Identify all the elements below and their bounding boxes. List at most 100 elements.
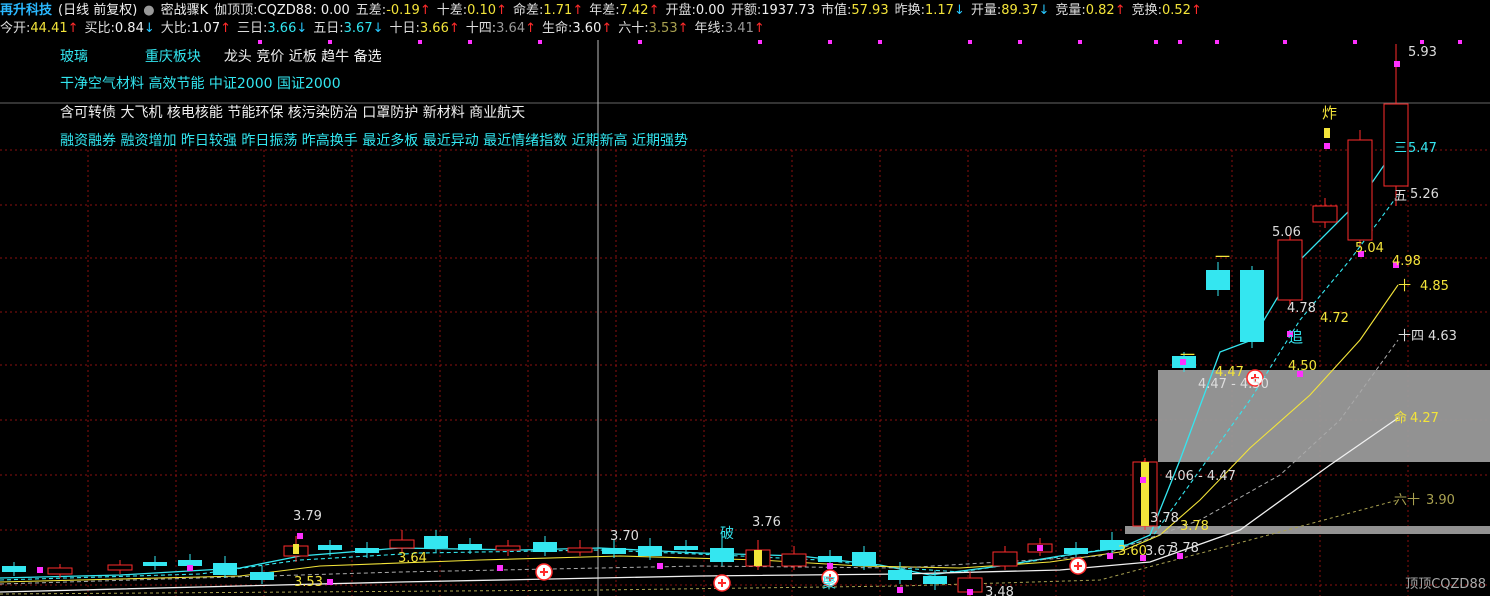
label-472: 4.72 (1320, 311, 1349, 326)
tag-ju: 聚 (822, 576, 836, 592)
candle-highlight-31 (1141, 462, 1149, 526)
board-row-4[interactable]: 融资融券 融资增加 昨日较强 昨日振荡 昨高换手 最近多板 最近异动 最近情绪指… (60, 130, 688, 150)
magenta-marker-0 (1394, 61, 1400, 67)
top-dot-8 (418, 40, 422, 44)
top-dot-14 (878, 40, 882, 44)
magenta-marker-13 (657, 563, 663, 569)
candle-body-0 (2, 566, 26, 572)
magenta-marker-7 (297, 533, 303, 539)
top-dot-5 (1178, 40, 1182, 44)
magenta-marker-9 (37, 567, 43, 573)
top-dot-16 (1018, 40, 1022, 44)
magenta-marker-12 (497, 565, 503, 571)
label-ma60: 3.90 (1426, 493, 1455, 508)
label-498: 4.98 (1392, 254, 1421, 269)
label-360: 3.60 (1118, 544, 1147, 559)
candle-body-23 (852, 552, 876, 566)
yellow-marker-2 (755, 550, 761, 560)
label-ma5: 5.26 (1410, 187, 1439, 202)
top-dot-3 (1353, 40, 1357, 44)
candle-body-34 (1240, 270, 1264, 342)
magenta-marker-10 (187, 565, 193, 571)
candle-body-1 (47, 567, 73, 575)
label-353: 3.53 (294, 575, 323, 590)
top-dot-9 (468, 40, 472, 44)
label-life: 4.27 (1410, 411, 1439, 426)
label-504: 5.04 (1355, 241, 1384, 256)
board-glass[interactable]: 玻璃 (60, 49, 88, 65)
label-ma10: 4.85 (1420, 279, 1449, 294)
tag-yi: 一 (1215, 248, 1230, 266)
tag-ma14: 十四 (1398, 329, 1424, 344)
tag-zha: 炸 (1322, 104, 1337, 122)
candle-body-33 (1206, 270, 1230, 290)
tag-ma3: 三 (1394, 141, 1407, 156)
candle-body-24 (888, 570, 912, 580)
tag-yi-2: 一 (1180, 346, 1195, 364)
label-zone-upper: 4.47 - 4.50 (1198, 377, 1269, 392)
magenta-marker-15 (897, 587, 903, 593)
candle-body-2 (107, 564, 133, 571)
label-379: 3.79 (293, 509, 322, 524)
magenta-marker-14 (827, 563, 833, 569)
tag-zhui: 追 (1288, 328, 1303, 346)
board-tags[interactable]: 龙头 竞价 近板 趋牛 备选 (224, 49, 382, 65)
watermark-label: 顶顶CQZD88 (1405, 577, 1486, 592)
candle-body-15 (567, 547, 593, 553)
tag-ma5: 五 (1394, 189, 1407, 204)
candle-body-29 (1064, 548, 1088, 554)
label-478: 4.78 (1287, 301, 1316, 316)
top-dot-2 (1283, 40, 1287, 44)
candle-body-5 (213, 563, 237, 575)
tag-ma10: 十 (1398, 279, 1411, 294)
board-row-1: 玻璃 重庆板块 龙头 竞价 近板 趋牛 备选 (60, 46, 382, 66)
candle-body-36 (1312, 205, 1338, 223)
candle-body-14 (533, 542, 557, 552)
yellow-marker-1 (293, 544, 299, 554)
top-dot-18 (1458, 40, 1462, 44)
magenta-marker-1 (1324, 143, 1330, 149)
candle-body-12 (458, 544, 482, 550)
tag-ma60: 六十 (1394, 493, 1420, 508)
candle-body-11 (424, 536, 448, 548)
magenta-marker-18 (1107, 553, 1113, 559)
label-378b: 3.78 (1180, 519, 1209, 534)
board-chongqing[interactable]: 重庆板块 (145, 49, 201, 65)
top-dot-1 (1215, 40, 1219, 44)
candle-body-3 (143, 562, 167, 566)
top-dot-15 (968, 40, 972, 44)
tag-life: 命 (1394, 410, 1407, 426)
top-dot-0 (1154, 40, 1158, 44)
label-348: 3.48 (985, 585, 1014, 596)
label-370: 3.70 (610, 529, 639, 544)
label-378a: 3.78 (1150, 511, 1179, 526)
candle-body-22 (818, 556, 842, 562)
top-dot-6 (258, 40, 262, 44)
top-dot-17 (1078, 40, 1082, 44)
board-row-2[interactable]: 干净空气材料 高效节能 中证2000 国证2000 (60, 73, 341, 93)
magenta-marker-11 (327, 579, 333, 585)
top-dot-13 (828, 40, 832, 44)
candle-body-17 (638, 546, 662, 556)
label-high-price: 5.93 (1408, 45, 1437, 60)
top-dot-4 (1420, 40, 1424, 44)
top-dot-10 (538, 40, 542, 44)
label-zone-lower: 4.06 - 4.47 (1165, 469, 1236, 484)
board-row-3[interactable]: 含可转债 大飞机 核电核能 节能环保 核污染防治 口罩防护 新材料 商业航天 (60, 102, 525, 122)
candle-body-10 (389, 539, 415, 549)
label-367: 3.67 (1145, 544, 1174, 559)
candle-body-8 (318, 545, 342, 550)
top-dot-12 (758, 40, 762, 44)
magenta-marker-16 (967, 589, 973, 595)
candle-body-19 (710, 548, 734, 562)
label-376: 3.76 (752, 515, 781, 530)
candle-body-27 (992, 551, 1018, 567)
label-506: 5.06 (1272, 225, 1301, 240)
candle-body-35 (1277, 239, 1303, 301)
label-378c: 3.78 (1170, 541, 1199, 556)
candle-body-37 (1347, 139, 1373, 241)
candle-body-21 (781, 553, 807, 567)
label-364: 3.64 (398, 551, 427, 566)
label-ma14: 4.63 (1428, 329, 1457, 344)
magenta-marker-17 (1037, 545, 1043, 551)
